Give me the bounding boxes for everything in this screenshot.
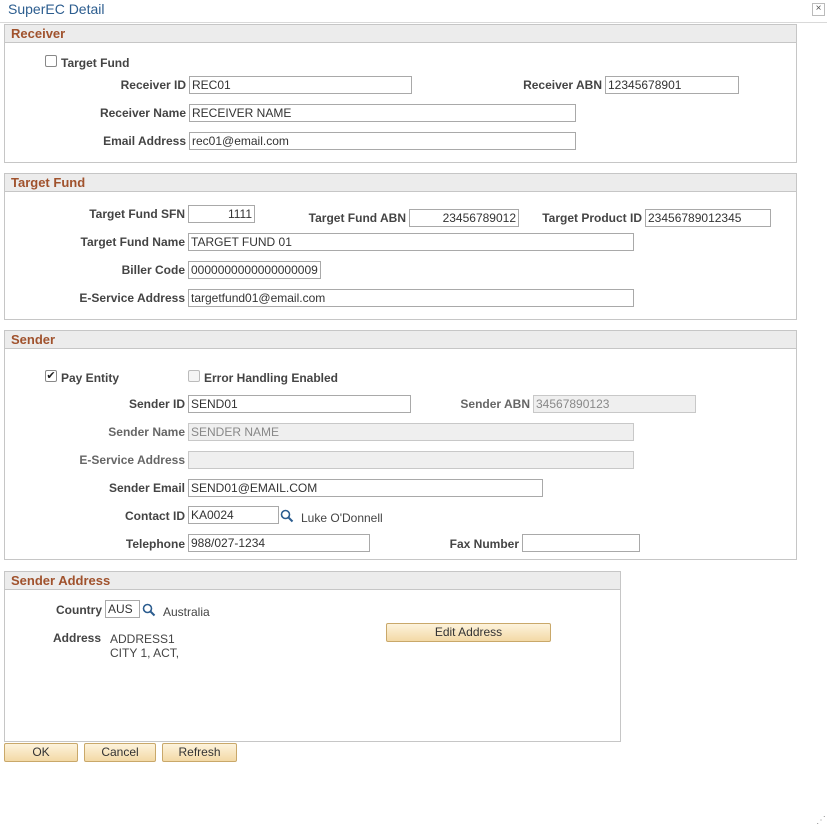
fax-number-label: Fax Number	[449, 537, 519, 551]
contact-name: Luke O'Donnell	[301, 511, 383, 525]
target-fund-sfn-input[interactable]: 1111	[188, 205, 255, 223]
sender-id-label: Sender ID	[128, 397, 185, 411]
biller-code-label: Biller Code	[121, 263, 185, 277]
target-fund-abn-input[interactable]: 23456789012	[409, 209, 519, 227]
sender-id-input[interactable]: SEND01	[188, 395, 411, 413]
country-search-icon[interactable]	[142, 603, 156, 617]
receiver-panel: Receiver Target Fund Receiver ID REC01 R…	[4, 24, 797, 163]
sender-email-label: Sender Email	[108, 481, 185, 495]
ok-button[interactable]: OK	[4, 743, 78, 762]
email-address-label: Email Address	[103, 134, 186, 148]
contact-search-icon[interactable]	[280, 509, 294, 523]
address-line-2: CITY 1, ACT,	[110, 646, 180, 660]
sender-email-input[interactable]: SEND01@EMAIL.COM	[188, 479, 543, 497]
receiver-abn-input[interactable]: 12345678901	[605, 76, 739, 94]
email-address-input[interactable]: rec01@email.com	[189, 132, 576, 150]
title-divider	[0, 22, 827, 23]
eservice-address-input[interactable]: targetfund01@email.com	[188, 289, 634, 307]
sender-panel: Sender ✔ Pay Entity Error Handling Enabl…	[4, 330, 797, 560]
telephone-input[interactable]: 988/027-1234	[188, 534, 370, 552]
sender-address-panel-header: Sender Address	[5, 572, 620, 590]
target-fund-sfn-label: Target Fund SFN	[89, 207, 185, 221]
country-name: Australia	[163, 605, 210, 619]
sender-name-input: SENDER NAME	[188, 423, 634, 441]
pay-entity-checkbox-label: Pay Entity	[61, 371, 120, 385]
address-label: Address	[53, 631, 102, 645]
receiver-abn-label: Receiver ABN	[523, 78, 602, 92]
contact-id-input[interactable]: KA0024	[188, 506, 279, 524]
target-fund-panel-header: Target Fund	[5, 174, 796, 192]
sender-name-label: Sender Name	[108, 425, 185, 439]
target-fund-checkbox-label: Target Fund	[61, 56, 130, 70]
country-code-input[interactable]: AUS	[105, 600, 140, 618]
receiver-name-label: Receiver Name	[99, 106, 186, 120]
contact-id-label: Contact ID	[125, 509, 185, 523]
error-handling-checkbox[interactable]	[188, 370, 200, 382]
pay-entity-checkbox[interactable]: ✔	[45, 370, 57, 382]
refresh-button[interactable]: Refresh	[162, 743, 237, 762]
receiver-id-input[interactable]: REC01	[189, 76, 412, 94]
sender-address-panel: Sender Address Country AUS Australia Add…	[4, 571, 621, 742]
eservice-address-label: E-Service Address	[79, 291, 185, 305]
telephone-label: Telephone	[125, 537, 185, 551]
error-handling-checkbox-label: Error Handling Enabled	[204, 371, 339, 385]
target-fund-panel: Target Fund Target Fund SFN 1111 Target …	[4, 173, 797, 320]
receiver-id-label: Receiver ID	[120, 78, 186, 92]
receiver-panel-header: Receiver	[5, 25, 796, 43]
sender-eservice-address-input	[188, 451, 634, 469]
target-product-id-input[interactable]: 23456789012345	[645, 209, 771, 227]
target-fund-name-input[interactable]: TARGET FUND 01	[188, 233, 634, 251]
sender-panel-header: Sender	[5, 331, 796, 349]
target-fund-checkbox[interactable]	[45, 55, 57, 67]
country-label: Country	[56, 603, 102, 617]
close-icon[interactable]: ×	[812, 3, 825, 16]
biller-code-input[interactable]: 0000000000000000009	[188, 261, 321, 279]
target-fund-name-label: Target Fund Name	[80, 235, 185, 249]
sender-abn-label: Sender ABN	[460, 397, 530, 411]
address-line-1: ADDRESS1	[110, 632, 175, 646]
sender-abn-input: 34567890123	[533, 395, 696, 413]
fax-number-input[interactable]	[522, 534, 640, 552]
edit-address-button[interactable]: Edit Address	[386, 623, 551, 642]
receiver-name-input[interactable]: RECEIVER NAME	[189, 104, 576, 122]
target-product-id-label: Target Product ID	[542, 211, 642, 225]
resize-grip-icon[interactable]: ⋰	[816, 815, 826, 826]
sender-eservice-address-label: E-Service Address	[79, 453, 185, 467]
target-fund-abn-label: Target Fund ABN	[308, 211, 406, 225]
window-title: SuperEC Detail	[8, 1, 105, 17]
cancel-button[interactable]: Cancel	[84, 743, 156, 762]
